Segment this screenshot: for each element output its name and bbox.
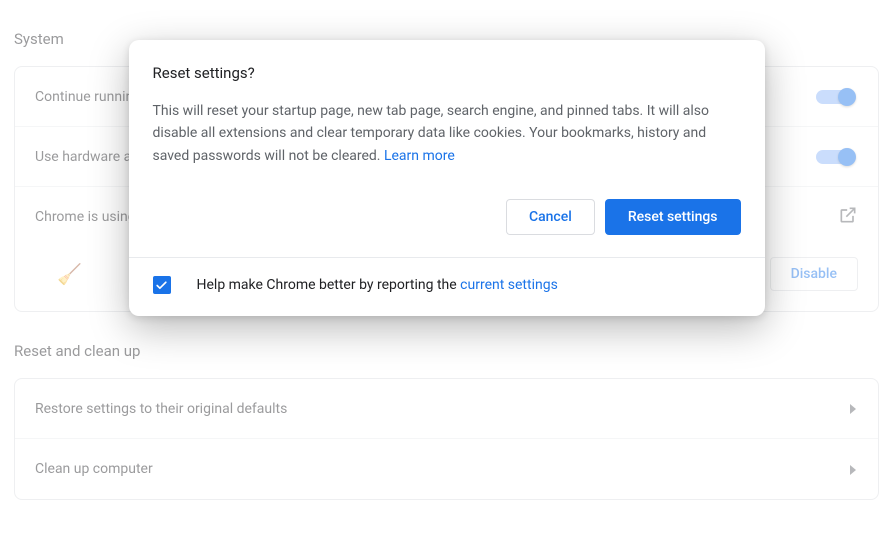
dialog-description: This will reset your startup page, new t… xyxy=(153,100,741,167)
cancel-button[interactable]: Cancel xyxy=(506,199,595,235)
reset-settings-button[interactable]: Reset settings xyxy=(605,199,741,235)
report-checkbox[interactable] xyxy=(153,276,171,294)
reset-settings-dialog: Reset settings? This will reset your sta… xyxy=(129,40,765,316)
dialog-footer: Help make Chrome better by reporting the… xyxy=(129,257,765,316)
footer-text-prefix: Help make Chrome better by reporting the xyxy=(197,277,461,293)
current-settings-link[interactable]: current settings xyxy=(460,277,558,293)
dialog-actions: Cancel Reset settings xyxy=(153,199,741,235)
dialog-body: Reset settings? This will reset your sta… xyxy=(129,40,765,257)
footer-text: Help make Chrome better by reporting the… xyxy=(197,277,558,293)
modal-overlay[interactable]: Reset settings? This will reset your sta… xyxy=(0,0,893,548)
dialog-title: Reset settings? xyxy=(153,64,741,82)
learn-more-link[interactable]: Learn more xyxy=(384,148,455,164)
